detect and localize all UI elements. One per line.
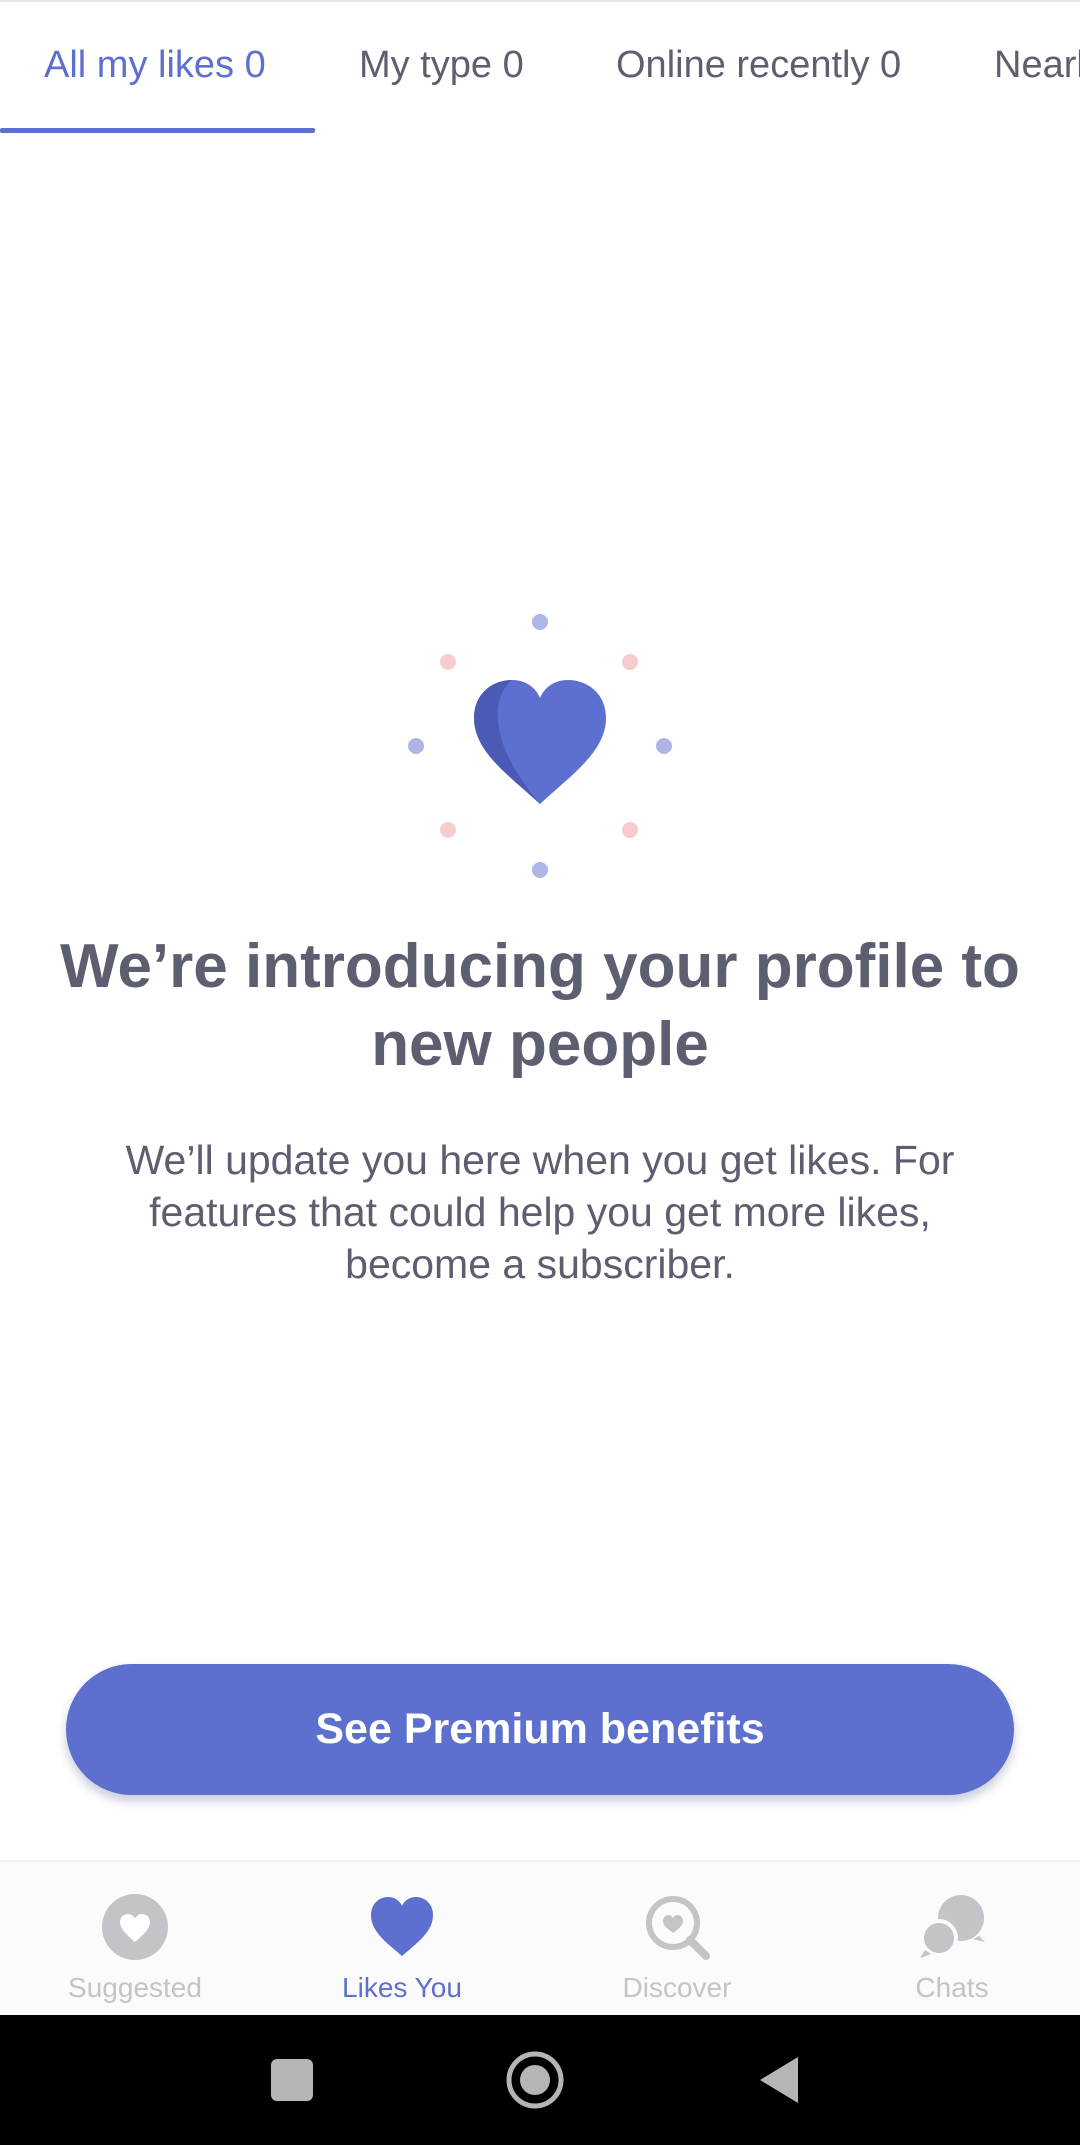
nav-discover-label: Discover <box>622 1972 732 2003</box>
sparkle-dot <box>656 738 672 754</box>
sparkle-dot <box>532 862 548 878</box>
home-circle-icon[interactable] <box>500 2045 570 2115</box>
chat-bubbles-icon <box>920 1895 985 1958</box>
see-premium-benefits-label: See Premium benefits <box>315 1705 765 1753</box>
nav-suggested-label: Suggested <box>68 1972 202 2003</box>
empty-state-body: We’ll update you here when you get likes… <box>125 1137 955 1287</box>
sparkle-dot <box>440 822 456 838</box>
sparkle-dot <box>408 738 424 754</box>
nav-likes-you-label: Likes You <box>342 1972 462 2003</box>
likes-tabs: All my likes 0 My type 0 Online recently… <box>0 0 1080 136</box>
sparkle-dot <box>440 654 456 670</box>
discover-search-heart-icon <box>646 1896 710 1960</box>
active-tab-indicator <box>0 128 315 133</box>
likes-you-screen: All my likes 0 My type 0 Online recently… <box>0 0 1080 2145</box>
system-navigation-bar <box>0 2015 1080 2145</box>
bottom-navigation: Suggested Likes You Discover Chats <box>0 1860 1080 2015</box>
sparkle-dot <box>622 822 638 838</box>
sparkle-dot <box>622 654 638 670</box>
suggested-heart-icon <box>102 1894 168 1960</box>
nav-discover[interactable]: Discover <box>542 1862 812 2017</box>
tab-online-recently[interactable]: Online recently 0 <box>616 44 901 87</box>
see-premium-benefits-button[interactable]: See Premium benefits <box>66 1664 1014 1795</box>
tab-all-my-likes[interactable]: All my likes 0 <box>44 44 266 87</box>
heart-icon <box>474 680 606 804</box>
sparkle-dot <box>532 614 548 630</box>
tab-nearby[interactable]: Nearby 0 <box>994 44 1080 87</box>
recents-square-icon[interactable] <box>257 2045 327 2115</box>
nav-chats-label: Chats <box>915 1972 989 2003</box>
nav-likes-you[interactable]: Likes You <box>267 1862 537 2017</box>
heart-icon <box>371 1897 433 1956</box>
tab-my-type[interactable]: My type 0 <box>359 44 524 87</box>
empty-state-headline: We’re introducing your profile to new pe… <box>60 932 1020 1079</box>
nav-chats[interactable]: Chats <box>817 1862 1080 2017</box>
nav-suggested[interactable]: Suggested <box>0 1862 270 2017</box>
heart-illustration <box>408 614 672 878</box>
back-triangle-icon[interactable] <box>746 2045 816 2115</box>
